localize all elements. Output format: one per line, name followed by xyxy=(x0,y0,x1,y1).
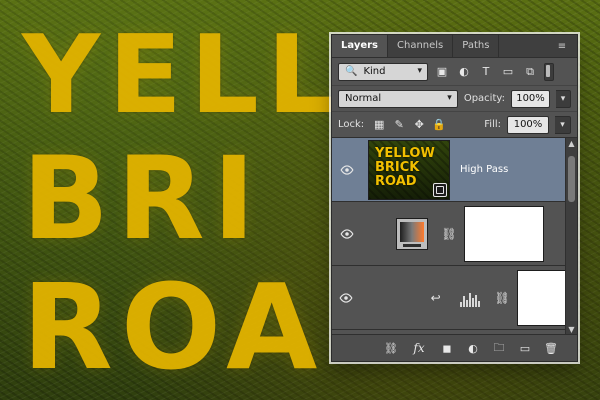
canvas-text-line-2: BRI xyxy=(22,132,264,265)
adjustment-filter-icon[interactable]: ◐ xyxy=(456,64,472,80)
tab-layers[interactable]: Layers xyxy=(332,35,388,57)
canvas-text-line-1: YELL xyxy=(22,13,344,138)
chevron-down-icon: ▾ xyxy=(447,92,452,103)
layers-scrollbar[interactable]: ▲ ▼ xyxy=(565,138,577,334)
thumbnail-line-3: ROAD xyxy=(375,173,417,189)
levels-icon xyxy=(460,289,481,307)
lock-label: Lock: xyxy=(338,119,365,130)
filter-kind-label: Kind xyxy=(363,66,386,77)
panel-menu-icon[interactable]: ≡ xyxy=(553,39,571,53)
gradient-map-icon xyxy=(396,217,428,250)
type-filter-icon[interactable]: T xyxy=(478,64,494,80)
layer-name: High Pass xyxy=(460,164,509,175)
visibility-eye-icon[interactable] xyxy=(332,291,361,305)
new-fill-adjustment-icon[interactable]: ◐ xyxy=(465,340,481,356)
fill-dropdown[interactable]: ▾ xyxy=(555,115,571,134)
eye-icon xyxy=(339,292,353,303)
filter-toggle[interactable] xyxy=(544,62,554,81)
fx-icon[interactable]: fx xyxy=(409,340,429,356)
gradient-preview xyxy=(400,221,424,242)
delete-layer-icon[interactable]: 🗑 xyxy=(543,340,559,356)
layer-row-adjustment[interactable]: ⛓ xyxy=(332,202,577,266)
lock-icons: ▦ ✎ ✥ 🔒 xyxy=(372,118,446,132)
blend-mode-select[interactable]: Normal ▾ xyxy=(338,89,458,108)
blend-row: Normal ▾ Opacity: 100% ▾ xyxy=(332,86,577,112)
clipping-mask-icon: ↩ xyxy=(430,290,441,305)
thumbnail-text: YELLOW BRICK ROAD xyxy=(375,145,435,189)
layers-bottom-toolbar: ⛓ fx ◼ ◐ 🗀 ▭ 🗑 xyxy=(332,335,577,361)
lock-all-icon[interactable]: 🔒 xyxy=(432,118,446,132)
levels-bar xyxy=(478,300,481,307)
gradient-base xyxy=(403,243,421,247)
layers-panel: Layers Channels Paths ≡ 🔍 Kind ▾ ▣ ◐ T ▭… xyxy=(331,34,578,362)
scroll-up-icon[interactable]: ▲ xyxy=(566,138,577,148)
tab-channels[interactable]: Channels xyxy=(388,35,454,57)
levels-bar xyxy=(475,294,478,307)
levels-bar xyxy=(463,295,466,307)
lock-transparent-pixels-icon[interactable]: ▦ xyxy=(372,118,386,132)
visibility-eye-icon[interactable] xyxy=(332,163,362,177)
layer-mask-thumbnail xyxy=(516,269,571,326)
lock-row: Lock: ▦ ✎ ✥ 🔒 Fill: 100% ▾ xyxy=(332,112,577,138)
opacity-label: Opacity: xyxy=(463,93,505,104)
shape-filter-icon[interactable]: ▭ xyxy=(500,64,516,80)
new-layer-icon[interactable]: ▭ xyxy=(517,340,533,356)
eye-icon xyxy=(340,228,354,239)
canvas-text-line-3: ROA xyxy=(22,258,326,396)
opacity-input[interactable]: 100% xyxy=(510,89,551,108)
layers-list: YELLOW BRICK ROAD High Pass ⛓ ↩ ⛓ ▲ ▼ xyxy=(332,138,577,335)
scroll-down-icon[interactable]: ▼ xyxy=(566,324,577,334)
filter-kind-select[interactable]: 🔍 Kind ▾ xyxy=(338,62,428,81)
levels-bar xyxy=(460,301,463,307)
tab-paths[interactable]: Paths xyxy=(453,35,500,57)
add-mask-icon[interactable]: ◼ xyxy=(439,340,455,356)
blend-mode-value: Normal xyxy=(345,93,382,104)
lock-position-icon[interactable]: ✥ xyxy=(412,118,426,132)
levels-bar xyxy=(469,292,472,307)
new-group-icon[interactable]: 🗀 xyxy=(491,340,507,356)
fill-label: Fill: xyxy=(484,119,501,130)
chevron-down-icon: ▾ xyxy=(417,65,422,76)
fill-input[interactable]: 100% xyxy=(507,115,549,134)
levels-bar xyxy=(466,299,469,307)
filter-row: 🔍 Kind ▾ ▣ ◐ T ▭ ⧉ xyxy=(332,58,577,86)
layer-row-high-pass[interactable]: YELLOW BRICK ROAD High Pass xyxy=(332,138,577,202)
image-filter-icon[interactable]: ▣ xyxy=(434,64,450,80)
thumbnail-line-1: YELLOW xyxy=(375,145,435,161)
scroll-thumb[interactable] xyxy=(568,156,575,202)
search-icon: 🔍 xyxy=(345,66,358,77)
panel-tabs: Layers Channels Paths ≡ xyxy=(332,35,577,58)
eye-icon xyxy=(340,164,354,175)
lock-image-pixels-icon[interactable]: ✎ xyxy=(392,118,406,132)
smart-object-badge-icon xyxy=(433,182,447,197)
levels-bar xyxy=(472,297,475,307)
layer-thumbnail: YELLOW BRICK ROAD xyxy=(368,139,450,200)
link-layers-icon[interactable]: ⛓ xyxy=(383,340,399,356)
opacity-dropdown[interactable]: ▾ xyxy=(556,89,571,108)
layer-mask-thumbnail xyxy=(464,205,544,262)
layer-row-levels[interactable]: ↩ ⛓ xyxy=(332,266,577,330)
smartobject-filter-icon[interactable]: ⧉ xyxy=(522,64,538,80)
link-icon[interactable]: ⛓ xyxy=(494,291,511,305)
link-icon[interactable]: ⛓ xyxy=(440,227,458,241)
thumbnail-line-2: BRICK xyxy=(375,159,420,175)
visibility-eye-icon[interactable] xyxy=(332,227,362,241)
